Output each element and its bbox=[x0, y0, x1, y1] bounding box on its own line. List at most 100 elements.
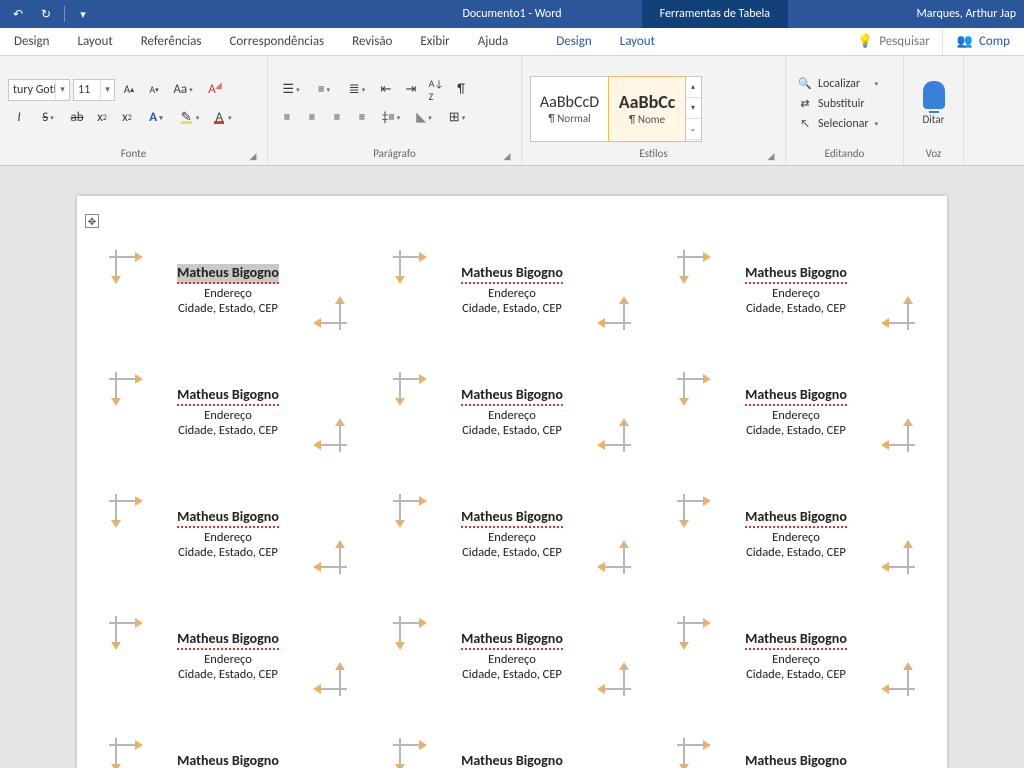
label-name[interactable]: Matheus Bigogno bbox=[745, 264, 847, 284]
labels-table[interactable]: Matheus BigognoEndereçoCidade, Estado, C… bbox=[95, 236, 929, 768]
label-cell[interactable]: Matheus Bigogno EndereçoCidade, Estado, C… bbox=[379, 358, 645, 466]
styles-dialog-launcher[interactable]: ◢ bbox=[765, 151, 777, 163]
label-address[interactable]: Endereço bbox=[488, 286, 536, 301]
shrink-font-button[interactable]: A▾ bbox=[143, 79, 165, 101]
justify-button[interactable]: ≡ bbox=[351, 107, 373, 129]
label-city[interactable]: Cidade, Estado, CEP bbox=[178, 423, 278, 438]
label-address[interactable]: Endereço bbox=[488, 652, 536, 667]
label-cell[interactable]: Matheus BigognoEndereçoCidade, Estado, C… bbox=[95, 724, 361, 768]
decrease-indent-button[interactable]: ⇤ bbox=[375, 79, 397, 101]
label-cell[interactable]: Matheus Bigogno EndereçoCidade, Estado, C… bbox=[95, 358, 361, 466]
share-button[interactable]: 👥 Comp bbox=[942, 28, 1024, 55]
label-city[interactable]: Cidade, Estado, CEP bbox=[462, 301, 562, 316]
tab-mailings[interactable]: Correspondências bbox=[215, 28, 338, 55]
label-cell[interactable]: Matheus BigognoEndereçoCidade, Estado, C… bbox=[379, 724, 645, 768]
label-city[interactable]: Cidade, Estado, CEP bbox=[746, 423, 846, 438]
label-cell[interactable]: Matheus Bigogno EndereçoCidade, Estado, C… bbox=[663, 358, 929, 466]
font-name-combo[interactable]: tury Gotl▾ bbox=[8, 79, 70, 101]
style-nome[interactable]: AaBbCc ¶ Nome bbox=[608, 76, 686, 142]
strikethrough-button[interactable]: S▾ bbox=[33, 107, 63, 129]
align-center-button[interactable]: ≡ bbox=[301, 107, 323, 129]
label-name[interactable]: Matheus Bigogno bbox=[745, 386, 847, 406]
label-address[interactable]: Endereço bbox=[204, 652, 252, 667]
tell-me-search[interactable]: 💡 Pesquisar bbox=[845, 28, 942, 55]
label-cell[interactable]: Matheus Bigogno EndereçoCidade, Estado, C… bbox=[663, 480, 929, 588]
label-address[interactable]: Endereço bbox=[772, 408, 820, 423]
qat-customise[interactable]: ▾ bbox=[71, 2, 95, 26]
tab-help[interactable]: Ajuda bbox=[464, 28, 523, 55]
label-name[interactable]: Matheus Bigogno bbox=[177, 630, 279, 650]
label-city[interactable]: Cidade, Estado, CEP bbox=[746, 667, 846, 682]
replace-button[interactable]: ⇄Substituir bbox=[794, 95, 882, 113]
repeat-button[interactable]: ↻ bbox=[34, 2, 58, 26]
table-move-handle[interactable]: ✥ bbox=[85, 214, 99, 228]
page[interactable]: ✥ Matheus BigognoEndereçoCidade, Estado,… bbox=[77, 196, 947, 768]
label-cell[interactable]: Matheus Bigogno EndereçoCidade, Estado, C… bbox=[95, 480, 361, 588]
grow-font-button[interactable]: A▴ bbox=[118, 79, 140, 101]
label-name[interactable]: Matheus Bigogno bbox=[461, 386, 563, 406]
label-name[interactable]: Matheus Bigogno bbox=[461, 264, 563, 284]
line-spacing-button[interactable]: ‡≡▾ bbox=[376, 107, 406, 129]
label-name[interactable]: Matheus Bigogno bbox=[177, 508, 279, 528]
bullets-button[interactable]: ☰▾ bbox=[276, 79, 306, 101]
label-address[interactable]: Endereço bbox=[772, 286, 820, 301]
tab-layout[interactable]: Layout bbox=[63, 28, 126, 55]
align-right-button[interactable]: ≡ bbox=[326, 107, 348, 129]
subscript-button[interactable]: x2 bbox=[91, 107, 113, 129]
tab-review[interactable]: Revisão bbox=[338, 28, 406, 55]
label-city[interactable]: Cidade, Estado, CEP bbox=[746, 545, 846, 560]
label-cell[interactable]: Matheus BigognoEndereçoCidade, Estado, C… bbox=[95, 236, 361, 344]
label-cell[interactable]: Matheus Bigogno EndereçoCidade, Estado, C… bbox=[379, 480, 645, 588]
tab-table-layout[interactable]: Layout bbox=[606, 28, 669, 55]
label-address[interactable]: Endereço bbox=[772, 652, 820, 667]
paragraph-dialog-launcher[interactable]: ◢ bbox=[501, 151, 513, 163]
label-cell[interactable]: Matheus Bigogno EndereçoCidade, Estado, C… bbox=[95, 602, 361, 710]
label-address[interactable]: Endereço bbox=[488, 408, 536, 423]
find-button[interactable]: 🔍Localizar▾ bbox=[794, 75, 882, 93]
superscript-button[interactable]: x2 bbox=[116, 107, 138, 129]
dictate-button[interactable]: Ditar bbox=[912, 81, 955, 126]
label-name[interactable]: Matheus Bigogno bbox=[745, 630, 847, 650]
label-city[interactable]: Cidade, Estado, CEP bbox=[178, 545, 278, 560]
label-name[interactable]: Matheus Bigogno bbox=[177, 386, 279, 406]
label-address[interactable]: Endereço bbox=[204, 408, 252, 423]
label-name[interactable]: Matheus Bigogno bbox=[461, 630, 563, 650]
increase-indent-button[interactable]: ⇥ bbox=[400, 79, 422, 101]
label-name[interactable]: Matheus Bigogno bbox=[745, 508, 847, 528]
label-city[interactable]: Cidade, Estado, CEP bbox=[178, 301, 278, 316]
label-address[interactable]: Endereço bbox=[488, 530, 536, 545]
numbering-button[interactable]: ≡▾ bbox=[309, 79, 339, 101]
style-normal[interactable]: AaBbCcD ¶ Normal bbox=[531, 77, 609, 141]
double-strike-button[interactable]: ab bbox=[66, 107, 88, 129]
document-area[interactable]: ✥ Matheus BigognoEndereçoCidade, Estado,… bbox=[0, 166, 1024, 768]
font-color-button[interactable]: A▾ bbox=[207, 107, 237, 129]
sort-button[interactable]: A↓Z bbox=[425, 79, 447, 101]
label-address[interactable]: Endereço bbox=[204, 286, 252, 301]
tab-view[interactable]: Exibir bbox=[406, 28, 463, 55]
label-city[interactable]: Cidade, Estado, CEP bbox=[462, 545, 562, 560]
label-city[interactable]: Cidade, Estado, CEP bbox=[462, 423, 562, 438]
label-city[interactable]: Cidade, Estado, CEP bbox=[178, 667, 278, 682]
shading-button[interactable]: ◣▾ bbox=[409, 107, 439, 129]
label-name[interactable]: Matheus Bigogno bbox=[461, 752, 563, 768]
font-dialog-launcher[interactable]: ◢ bbox=[247, 151, 259, 163]
change-case-button[interactable]: Aa▾ bbox=[168, 79, 198, 101]
label-city[interactable]: Cidade, Estado, CEP bbox=[462, 667, 562, 682]
label-cell[interactable]: Matheus BigognoEndereçoCidade, Estado, C… bbox=[663, 724, 929, 768]
label-cell[interactable]: Matheus Bigogno EndereçoCidade, Estado, C… bbox=[379, 602, 645, 710]
tab-design[interactable]: Design bbox=[0, 28, 63, 55]
label-name[interactable]: Matheus Bigogno bbox=[177, 752, 279, 768]
label-cell[interactable]: Matheus Bigogno EndereçoCidade, Estado, C… bbox=[663, 602, 929, 710]
clear-formatting-button[interactable]: A◢ bbox=[201, 79, 223, 101]
tab-references[interactable]: Referências bbox=[127, 28, 216, 55]
multilevel-button[interactable]: ≣▾ bbox=[342, 79, 372, 101]
highlight-button[interactable]: ✎▾ bbox=[174, 107, 204, 129]
label-address[interactable]: Endereço bbox=[204, 530, 252, 545]
undo-button[interactable]: ↶ bbox=[6, 2, 30, 26]
label-cell[interactable]: Matheus BigognoEndereçoCidade, Estado, C… bbox=[663, 236, 929, 344]
label-name[interactable]: Matheus Bigogno bbox=[461, 508, 563, 528]
label-address[interactable]: Endereço bbox=[772, 530, 820, 545]
font-size-combo[interactable]: 11▾ bbox=[73, 79, 115, 101]
styles-gallery-expand[interactable]: ▴▾⌄ bbox=[685, 77, 701, 141]
tab-table-design[interactable]: Design bbox=[542, 28, 605, 55]
